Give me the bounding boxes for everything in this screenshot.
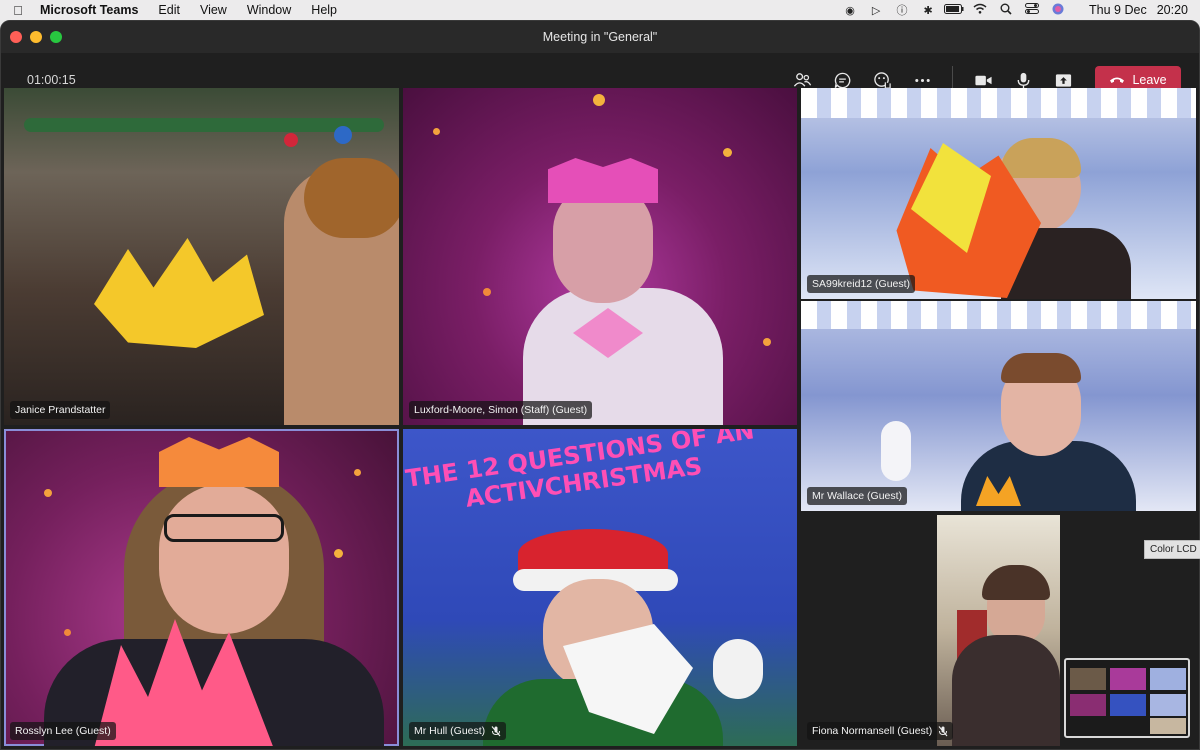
menubar-date: Thu 9 Dec (1089, 3, 1147, 17)
creative-cloud-icon[interactable]: ◉ (837, 4, 863, 17)
display-tooltip: Color LCD (1144, 540, 1200, 559)
icicles-decoration (801, 301, 1196, 329)
title-bar: Meeting in "General" (1, 21, 1199, 53)
leave-label: Leave (1132, 73, 1167, 87)
microphone-icon (1017, 72, 1029, 88)
menu-edit[interactable]: Edit (148, 3, 190, 17)
apple-menu-icon[interactable]:  (0, 3, 36, 18)
bluetooth-icon[interactable]: ✱ (915, 4, 941, 17)
participant-video-feed (937, 515, 1060, 746)
mini-tile (1070, 668, 1106, 690)
app-menu[interactable]: Microsoft Teams (36, 3, 148, 17)
mini-tile (1150, 694, 1186, 716)
more-icon (914, 78, 930, 82)
participant-name-label: Fiona Normansell (Guest) (807, 722, 954, 740)
participant-name-label: Rosslyn Lee (Guest) (10, 722, 116, 740)
video-tile-janice[interactable]: Janice Prandstatter (4, 88, 399, 425)
participant-sweater (952, 635, 1060, 746)
self-view-thumbnail[interactable] (1064, 658, 1190, 738)
paper-crown (548, 158, 658, 203)
participant-name: Luxford-Moore, Simon (Staff) (Guest) (414, 404, 588, 416)
menu-view[interactable]: View (190, 3, 237, 17)
confetti-dot (483, 288, 491, 296)
participant-face (159, 484, 289, 634)
paper-flower (94, 238, 264, 348)
chat-icon (834, 72, 850, 88)
confetti-dot (354, 469, 361, 476)
confetti-dot (763, 338, 771, 346)
participants-icon (793, 72, 811, 87)
participant-name: Rosslyn Lee (Guest) (15, 725, 111, 737)
bauble-blue (334, 126, 352, 144)
menu-help[interactable]: Help (301, 3, 347, 17)
info-icon[interactable]: ⓘ (889, 2, 915, 18)
mini-tile (1150, 718, 1186, 734)
mic-muted-icon (938, 725, 948, 736)
mini-tile (1110, 694, 1146, 716)
participant-name-label: Janice Prandstatter (10, 401, 111, 419)
video-tile-sa99kreid12[interactable]: SA99kreid12 (Guest) (801, 88, 1196, 299)
glasses (164, 514, 284, 542)
hang-up-icon (1110, 77, 1125, 83)
confetti-dot (593, 94, 605, 106)
mini-tile (1150, 668, 1186, 690)
wifi-icon[interactable] (967, 3, 993, 17)
bauble-red (284, 133, 298, 147)
control-center-icon[interactable] (1019, 3, 1045, 17)
video-tile-simon[interactable]: Luxford-Moore, Simon (Staff) (Guest) (403, 88, 797, 425)
mini-tile (1110, 668, 1146, 690)
participant-hair (1001, 353, 1081, 383)
meeting-timer: 01:00:15 (27, 72, 76, 87)
paper-crown (159, 437, 279, 487)
video-tile-rosslyn-lee[interactable]: Rosslyn Lee (Guest) (4, 429, 399, 746)
play-icon[interactable]: ▷ (863, 4, 889, 17)
participant-name-label: Mr Hull (Guest) (409, 722, 507, 740)
participant-name: Mr Wallace (Guest) (812, 490, 903, 502)
confetti-dot (44, 489, 52, 497)
participant-name: Fiona Normansell (Guest) (812, 725, 933, 737)
battery-icon[interactable] (941, 3, 967, 17)
mini-tile (1070, 694, 1106, 716)
participant-hair (304, 158, 399, 238)
mic-muted-icon (491, 725, 501, 736)
participant-hair (1001, 138, 1081, 178)
macos-menu-bar:  Microsoft Teams Edit View Window Help … (0, 0, 1200, 20)
santa-sticker (713, 639, 763, 699)
participant-name-label: SA99kreid12 (Guest) (807, 275, 916, 293)
siri-icon[interactable] (1045, 3, 1071, 18)
garland-decoration (24, 118, 384, 132)
participant-hair (982, 565, 1050, 600)
participant-name-label: Mr Wallace (Guest) (807, 487, 908, 505)
icicles-decoration (801, 88, 1196, 118)
window-title: Meeting in "General" (542, 30, 658, 44)
snowman-decoration (881, 421, 911, 481)
confetti-dot (64, 629, 71, 636)
raise-hand-icon (873, 71, 891, 89)
confetti-dot (723, 148, 732, 157)
participant-name: Mr Hull (Guest) (414, 725, 486, 737)
share-screen-icon (1055, 73, 1071, 87)
menu-window[interactable]: Window (237, 3, 301, 17)
video-tile-mr-wallace[interactable]: Mr Wallace (Guest) (801, 301, 1196, 511)
confetti-dot (334, 549, 343, 558)
participant-name: Janice Prandstatter (15, 404, 106, 416)
camera-icon (974, 75, 992, 85)
search-icon[interactable] (993, 3, 1019, 18)
video-tile-mr-hull[interactable]: THE 12 QUESTIONS OF AN ACTIVCHRISTMAS Mr… (403, 429, 797, 746)
confetti-dot (433, 128, 440, 135)
menubar-clock[interactable]: Thu 9 Dec 20:20 (1071, 3, 1188, 17)
participant-name-label: Luxford-Moore, Simon (Staff) (Guest) (409, 401, 593, 419)
participant-name: SA99kreid12 (Guest) (812, 278, 911, 290)
menubar-time: 20:20 (1156, 3, 1188, 17)
